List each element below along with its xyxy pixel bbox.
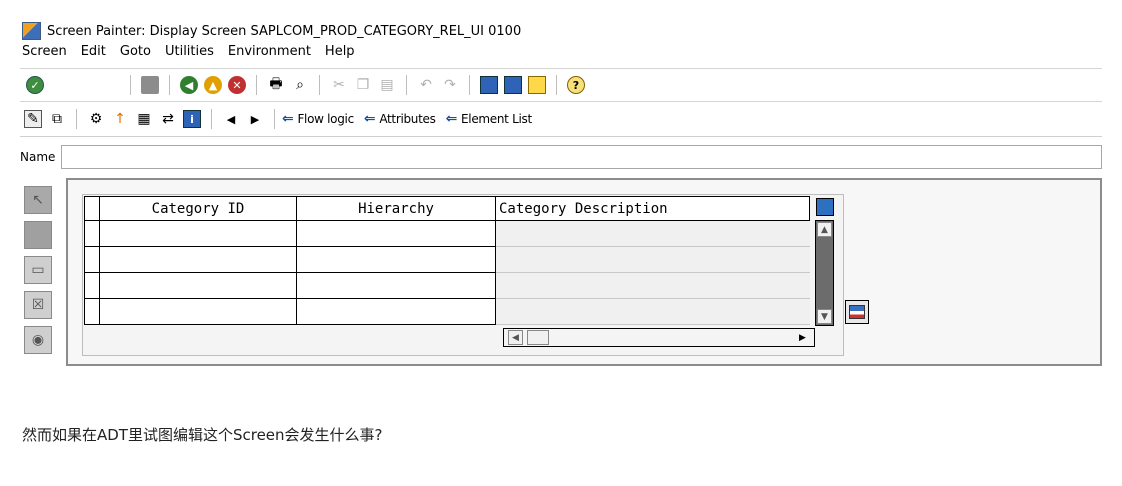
category-description-cell[interactable] [495, 246, 810, 273]
change-display-icon[interactable]: ✎ [24, 110, 42, 128]
exit-icon[interactable]: ▲ [204, 76, 222, 94]
cut-icon[interactable]: ✂ [330, 76, 348, 94]
graphics-layout-icon[interactable]: ▦ [135, 110, 153, 128]
arrow-left-icon: ⇐ [282, 111, 294, 127]
element-palette: ↖ ▭ ☒ ◉ [24, 186, 54, 361]
row-marker-header [84, 196, 100, 221]
row-marker[interactable] [84, 246, 100, 273]
cancel-icon[interactable]: ✕ [228, 76, 246, 94]
element-list-link[interactable]: ⇐ Element List [445, 111, 533, 127]
checkbox-tool-icon[interactable]: ☒ [24, 291, 52, 319]
row-marker[interactable] [84, 298, 100, 325]
standard-toolbar: ✓ ◀ ▲ ✕ 🖶 ⌕ ✂ ❐ ▤ ↶ ↷ ? [20, 68, 1102, 102]
layout-menu-icon[interactable] [528, 76, 546, 94]
copy-icon[interactable]: ❐ [354, 76, 372, 94]
hierarchy-cell[interactable] [296, 272, 496, 299]
column-header-category-id[interactable]: Category ID [99, 196, 297, 221]
text-field-tool-icon[interactable] [24, 221, 52, 249]
back-icon[interactable]: ◀ [180, 76, 198, 94]
table-row[interactable] [84, 272, 810, 299]
table-control[interactable]: Category ID Hierarchy Category Descripti… [84, 196, 810, 325]
table-row[interactable] [84, 246, 810, 273]
row-marker[interactable] [84, 220, 100, 247]
category-id-cell[interactable] [99, 298, 297, 325]
menu-screen[interactable]: Screen [22, 44, 67, 66]
redo-icon[interactable]: ↷ [441, 76, 459, 94]
other-screen-icon[interactable]: ⧉ [48, 110, 66, 128]
article-caption: 然而如果在ADT里试图编辑这个Screen会发生什么事? [22, 426, 383, 444]
window-title-bar: Screen Painter: Display Screen SAPLCOM_P… [22, 18, 521, 44]
create-session-icon[interactable] [480, 76, 498, 94]
category-id-cell[interactable] [99, 220, 297, 247]
arrow-left-icon: ⇐ [445, 111, 458, 127]
flow-logic-link[interactable]: ⇐ Flow logic [282, 111, 354, 127]
column-header-hierarchy[interactable]: Hierarchy [296, 196, 496, 221]
column-settings-icon[interactable] [816, 198, 834, 216]
screen-painter-app-icon [22, 22, 41, 40]
scroll-up-icon[interactable]: ▲ [817, 222, 832, 237]
menu-utilities[interactable]: Utilities [165, 44, 214, 66]
paste-icon[interactable]: ▤ [378, 76, 396, 94]
table-row[interactable] [84, 220, 810, 247]
menu-edit[interactable]: Edit [81, 44, 106, 66]
hierarchy-cell[interactable] [296, 220, 496, 247]
menu-goto[interactable]: Goto [120, 44, 151, 66]
save-icon[interactable] [141, 76, 159, 94]
vertical-scrollbar[interactable]: ▲ ▼ [815, 220, 834, 326]
scroll-right-icon[interactable]: ▶ [795, 330, 810, 345]
previous-icon[interactable]: ◀ [222, 110, 240, 128]
shortcut-icon[interactable] [504, 76, 522, 94]
info-icon[interactable]: i [183, 110, 201, 128]
arrow-left-icon: ⇐ [363, 111, 376, 127]
enter-check-icon[interactable]: ✓ [26, 76, 44, 94]
column-header-category-description[interactable]: Category Description [495, 196, 810, 221]
menu-environment[interactable]: Environment [228, 44, 311, 66]
undo-icon[interactable]: ↶ [417, 76, 435, 94]
radio-button-tool-icon[interactable]: ◉ [24, 326, 52, 354]
name-input[interactable] [61, 145, 1102, 169]
category-description-cell[interactable] [495, 220, 810, 247]
hierarchy-cell[interactable] [296, 246, 496, 273]
table-row[interactable] [84, 298, 810, 325]
input-field-tool-icon[interactable]: ▭ [24, 256, 52, 284]
scroll-down-icon[interactable]: ▼ [817, 309, 832, 324]
scroll-thumb[interactable] [527, 330, 549, 345]
name-row: Name [20, 136, 1102, 178]
scroll-left-icon[interactable]: ◀ [508, 330, 523, 345]
horizontal-scrollbar[interactable]: ◀ ▶ [503, 328, 815, 347]
print-icon[interactable]: 🖶 [267, 76, 285, 94]
where-used-icon[interactable]: ⇄ [159, 110, 177, 128]
category-description-cell[interactable] [495, 272, 810, 299]
attributes-link[interactable]: ⇐ Attributes [364, 111, 436, 127]
help-icon[interactable]: ? [567, 76, 585, 94]
category-id-cell[interactable] [99, 246, 297, 273]
category-id-cell[interactable] [99, 272, 297, 299]
table-settings-icon[interactable] [845, 300, 869, 324]
row-marker[interactable] [84, 272, 100, 299]
name-label: Name [20, 150, 56, 164]
check-syntax-icon[interactable]: ⚙ [87, 110, 105, 128]
category-description-cell[interactable] [495, 298, 810, 325]
find-icon[interactable]: ⌕ [291, 76, 309, 94]
menu-help[interactable]: Help [325, 44, 355, 66]
next-icon[interactable]: ▶ [246, 110, 264, 128]
hierarchy-cell[interactable] [296, 298, 496, 325]
application-toolbar: ✎ ⧉ ⚙ ↑ ▦ ⇄ i ◀ ▶ ⇐ Flow logic ⇐ Attribu… [20, 101, 1102, 137]
menu-bar: Screen Edit Goto Utilities Environment H… [22, 44, 369, 66]
window-title: Screen Painter: Display Screen SAPLCOM_P… [47, 23, 522, 39]
activate-icon[interactable]: ↑ [111, 110, 129, 128]
pointer-tool-icon[interactable]: ↖ [24, 186, 52, 214]
